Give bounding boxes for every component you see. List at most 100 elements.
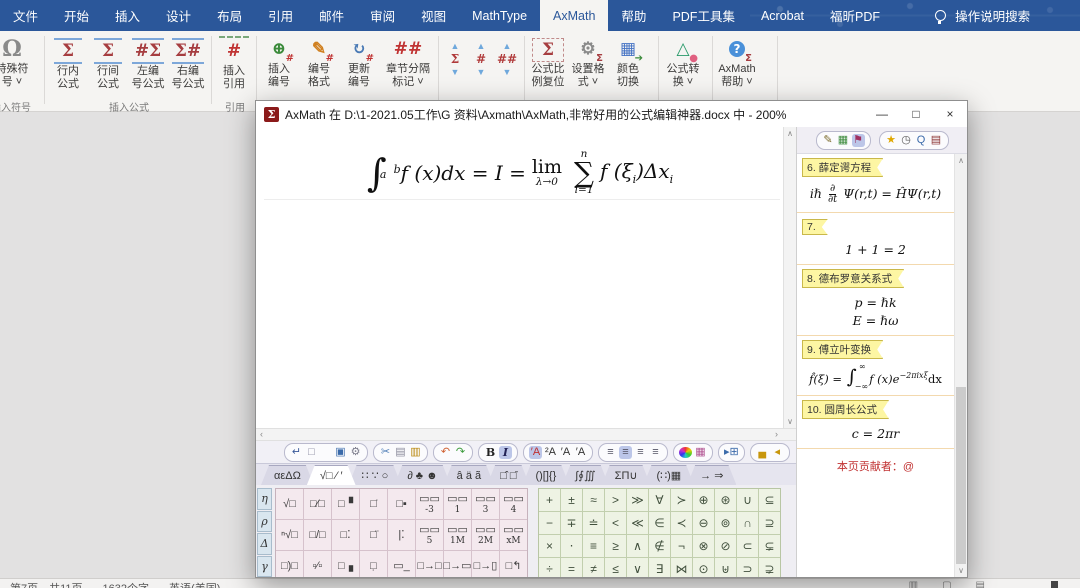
insert-equation-to-doc-icon[interactable]: ▸⊞ <box>724 446 739 459</box>
template-cell[interactable]: □)□ <box>276 551 303 577</box>
palette-tab[interactable]: √□ ⁄ ′ <box>307 465 356 485</box>
template-cell[interactable]: □̇ <box>360 489 387 519</box>
formula-tag[interactable]: 6. 薛定谔方程 <box>802 158 883 177</box>
align-distribute-icon[interactable]: ≡ <box>649 446 662 459</box>
formula-scale-reset-button[interactable]: Σ 公式比例复位 <box>528 34 568 88</box>
operator-cell[interactable]: ⊇ <box>759 512 780 534</box>
operator-cell[interactable]: ≠ <box>583 558 604 577</box>
template-cell[interactable]: □/□ <box>304 520 331 550</box>
ribbon-tab[interactable]: 布局 <box>204 0 255 31</box>
ribbon-tab[interactable]: 引用 <box>255 0 306 31</box>
canvas-vertical-scrollbar[interactable]: ∧ ∨ <box>783 127 796 428</box>
library-books-icon[interactable]: ▤ <box>930 134 943 147</box>
scroll-down-icon[interactable]: ∨ <box>784 417 796 426</box>
web-layout-icon[interactable]: ▤ <box>976 580 985 588</box>
right-numbered-formula-button[interactable]: Σ# 右编号公式 <box>168 34 208 90</box>
operator-cell[interactable]: ∩ <box>737 512 758 534</box>
palette-tab[interactable]: â ä ã <box>444 465 494 485</box>
redo-icon[interactable]: ↷ <box>454 446 467 459</box>
favorites-star-icon[interactable]: ★ <box>885 134 898 147</box>
template-cell[interactable]: ▭▭2M <box>472 520 499 550</box>
template-cell[interactable]: □▪ <box>388 489 415 519</box>
language-indicator[interactable]: 英语(美国) <box>169 580 220 588</box>
operator-cell[interactable]: < <box>605 512 626 534</box>
operator-cell[interactable]: ⊗ <box>693 535 714 557</box>
update-number-button[interactable]: ↻# 更新编号 <box>339 34 379 88</box>
template-cell[interactable]: ▭▭xM <box>500 520 527 550</box>
operator-cell[interactable]: ≐ <box>583 512 604 534</box>
operator-cell[interactable]: ∓ <box>561 512 582 534</box>
left-numbered-formula-button[interactable]: #Σ 左编号公式 <box>128 34 168 90</box>
formula-tag[interactable]: 9. 傅立叶变换 <box>802 340 883 359</box>
operator-cell[interactable]: ÷ <box>539 558 560 577</box>
settings-gear-icon[interactable]: ⚙ <box>349 446 362 459</box>
scroll-up-icon[interactable]: ∧ <box>784 129 796 138</box>
formula-tag[interactable]: 8. 德布罗意关系式 <box>802 269 904 288</box>
nudge-control[interactable]: ▲ Σ ▼ <box>444 40 466 79</box>
ribbon-tab[interactable]: 视图 <box>408 0 459 31</box>
search-library-icon[interactable]: Q <box>915 134 928 147</box>
operator-cell[interactable]: ⊊ <box>759 535 780 557</box>
align-center-icon[interactable]: ≡ <box>619 446 632 459</box>
palette-tab[interactable]: αεΔΩ <box>261 465 314 485</box>
operator-cell[interactable]: ∨ <box>627 558 648 577</box>
template-cell[interactable]: □̣ <box>360 551 387 577</box>
axmath-help-button[interactable]: ?Σ AxMath帮助 ˅ <box>717 34 757 88</box>
script-style-2-button[interactable]: ²A <box>544 446 557 459</box>
operator-cell[interactable]: ≪ <box>627 512 648 534</box>
operator-cell[interactable]: ∈ <box>649 512 670 534</box>
close-button[interactable]: × <box>933 105 967 123</box>
italic-button[interactable]: I <box>499 446 512 459</box>
ribbon-tab[interactable]: 插入 <box>102 0 153 31</box>
canvas-horizontal-scrollbar[interactable]: ‹ › <box>256 428 796 441</box>
nudge-control[interactable]: ▲ # ▼ <box>470 40 492 79</box>
section-break-mark-button[interactable]: ## 章节分隔标记 ˅ <box>379 34 437 88</box>
template-cell[interactable]: □▝ <box>332 489 359 519</box>
briefcase-icon[interactable]: ▄ <box>756 446 769 459</box>
operator-cell[interactable]: ⊂ <box>737 535 758 557</box>
ribbon-tab[interactable]: AxMath <box>540 0 608 31</box>
category-grid-icon[interactable]: ▦ <box>837 134 850 147</box>
number-format-button[interactable]: ✎# 编号格式 <box>299 34 339 88</box>
operator-cell[interactable]: ⊛ <box>715 489 736 511</box>
recent-symbol-cell[interactable]: γ <box>257 556 272 578</box>
color-wheel-icon[interactable] <box>679 447 692 458</box>
formula-item-9[interactable]: 9. 傅立叶变换 f̂(ξ) = ∫∞−∞ f (x)e−2πixξdx <box>797 336 954 396</box>
operator-cell[interactable]: ⊘ <box>715 535 736 557</box>
template-cell[interactable]: |⁚ <box>388 520 415 550</box>
recent-clock-icon[interactable]: ◷ <box>900 134 913 147</box>
insert-back-to-doc-icon[interactable]: ↵ <box>290 446 303 459</box>
template-cell[interactable]: √□ <box>276 489 303 519</box>
display-formula-button[interactable]: Σ 行间公式 <box>88 34 128 90</box>
word-count[interactable]: 1632个字 <box>103 580 149 588</box>
bookmark-tab-icon[interactable]: ⚑ <box>852 134 865 147</box>
template-cell[interactable]: □→□ <box>416 551 443 577</box>
operator-cell[interactable]: ≥ <box>605 535 626 557</box>
bold-button[interactable]: B <box>484 446 497 459</box>
recent-symbol-cell[interactable]: ρ <box>257 511 272 533</box>
ribbon-tab[interactable]: MathType <box>459 0 540 31</box>
read-mode-icon[interactable]: ▥ <box>909 580 918 588</box>
ribbon-tab[interactable]: Acrobat <box>748 0 817 31</box>
new-doc-icon[interactable]: □ <box>305 446 318 459</box>
minimize-button[interactable]: — <box>865 105 899 123</box>
template-cell[interactable]: ▭▭3 <box>472 489 499 519</box>
script-style-3-button[interactable]: ′A <box>559 446 572 459</box>
undo-icon[interactable]: ↶ <box>439 446 452 459</box>
operator-cell[interactable]: > <box>605 489 626 511</box>
tell-me-search[interactable]: 操作说明搜索 <box>935 0 1030 31</box>
operator-cell[interactable]: ⊕ <box>693 489 714 511</box>
template-cell[interactable]: □⁚ <box>332 520 359 550</box>
palette-tab[interactable]: ∂ ♣ ☻ <box>394 465 450 485</box>
operator-cell[interactable]: ± <box>561 489 582 511</box>
operator-cell[interactable]: = <box>561 558 582 577</box>
ribbon-tab[interactable]: 审阅 <box>357 0 408 31</box>
scroll-up-icon[interactable]: ∧ <box>955 156 967 165</box>
down-triangle-icon[interactable]: ▼ <box>451 66 460 79</box>
template-cell[interactable]: □→▭ <box>444 551 471 577</box>
scroll-right-icon[interactable]: › <box>775 429 778 439</box>
operator-cell[interactable]: ⊎ <box>715 558 736 577</box>
formula-tag[interactable]: 10. 圆周长公式 <box>802 400 889 419</box>
insert-number-button[interactable]: ⊕# 插入编号 <box>259 34 299 88</box>
operator-cell[interactable]: × <box>539 535 560 557</box>
